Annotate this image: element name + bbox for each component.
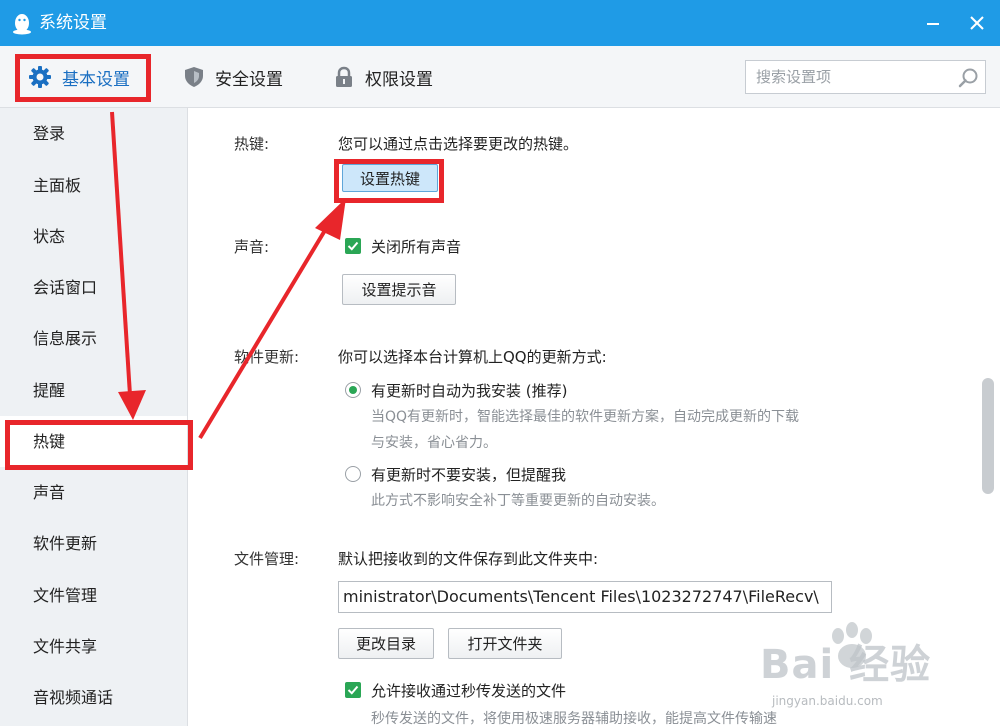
sidebar-item-status[interactable]: 状态: [0, 211, 187, 262]
watermark-brand: Bai 经验: [760, 642, 932, 688]
hotkey-section-label: 热键:: [234, 135, 270, 153]
check-icon: [347, 685, 359, 695]
lock-icon: [336, 66, 352, 87]
auto-install-label: 有更新时自动为我安装 (推荐): [371, 382, 568, 400]
download-folder-path[interactable]: ministrator\Documents\Tencent Files\1023…: [338, 581, 832, 613]
window-title: 系统设置: [39, 13, 107, 33]
sidebar-item-reminder[interactable]: 提醒: [0, 365, 187, 416]
sidebar-item-chat-window[interactable]: 会话窗口: [0, 262, 187, 313]
sidebar-item-av-call[interactable]: 音视频通话: [0, 672, 187, 723]
baidu-watermark: Bai 经验 jingyan.baidu.com: [760, 618, 990, 726]
minimize-button[interactable]: [920, 10, 946, 36]
sidebar-item-login[interactable]: 登录: [0, 108, 187, 159]
change-directory-button[interactable]: 更改目录: [338, 628, 434, 659]
auto-install-description-line1: 当QQ有更新时，智能选择最佳的软件更新方案，自动完成更新的下载: [371, 409, 800, 425]
minimize-icon: [927, 23, 939, 25]
mute-all-checkbox[interactable]: [345, 238, 361, 254]
file-section-label: 文件管理:: [234, 550, 300, 568]
hotkey-description: 您可以通过点击选择要更改的热键。: [338, 135, 579, 153]
auto-install-radio[interactable]: [345, 382, 361, 398]
sound-section-label: 声音:: [234, 238, 270, 256]
title-bar: 系统设置: [0, 0, 1000, 46]
close-button[interactable]: [964, 10, 990, 36]
update-section-label: 软件更新:: [234, 348, 300, 366]
check-icon: [347, 241, 359, 251]
open-folder-button[interactable]: 打开文件夹: [448, 628, 562, 659]
highlight-set-hotkey-button: [334, 159, 444, 203]
shield-icon: [185, 67, 203, 87]
tab-permission-label: 权限设置: [365, 69, 433, 90]
sidebar-item-file-sharing[interactable]: 文件共享: [0, 621, 187, 672]
search-icon[interactable]: [958, 67, 980, 89]
highlight-hotkey-item: [5, 420, 193, 470]
search-input[interactable]: [746, 61, 951, 93]
qq-penguin-icon: [13, 14, 31, 35]
highlight-basic-settings-tab: [15, 54, 151, 102]
content-scrollbar-thumb[interactable]: [982, 378, 994, 494]
allow-instant-transfer-checkbox[interactable]: [345, 682, 361, 698]
set-alert-sound-button[interactable]: 设置提示音: [342, 274, 456, 305]
sidebar-item-sound[interactable]: 声音: [0, 467, 187, 518]
sidebar: 登录 主面板 状态 会话窗口 信息展示 提醒 热键 声音 软件更新 文件管理 文…: [0, 108, 188, 726]
file-description: 默认把接收到的文件保存到此文件夹中:: [338, 550, 599, 568]
mute-all-label: 关闭所有声音: [371, 238, 462, 256]
tab-permission-settings[interactable]: 权限设置: [333, 46, 433, 108]
watermark-url: jingyan.baidu.com: [772, 694, 883, 708]
search-box: [745, 60, 986, 94]
close-icon: [970, 16, 984, 30]
sidebar-item-software-update[interactable]: 软件更新: [0, 518, 187, 569]
notify-only-description: 此方式不影响安全补丁等重要更新的自动安装。: [371, 493, 665, 509]
notify-only-radio[interactable]: [345, 466, 361, 482]
tab-security-settings[interactable]: 安全设置: [183, 46, 283, 108]
auto-install-description-line2: 与安装，省心省力。: [371, 435, 497, 451]
allow-instant-transfer-label: 允许接收通过秒传发送的文件: [371, 682, 567, 700]
sidebar-item-info-display[interactable]: 信息展示: [0, 313, 187, 364]
tab-security-label: 安全设置: [215, 69, 283, 90]
sidebar-item-main-panel[interactable]: 主面板: [0, 160, 187, 211]
sidebar-item-file-management[interactable]: 文件管理: [0, 570, 187, 621]
instant-transfer-description: 秒传发送的文件，将使用极速服务器辅助接收，能提高文件传输速: [371, 711, 777, 726]
notify-only-label: 有更新时不要安装，但提醒我: [371, 466, 567, 484]
update-description: 你可以选择本台计算机上QQ的更新方式:: [338, 348, 607, 366]
